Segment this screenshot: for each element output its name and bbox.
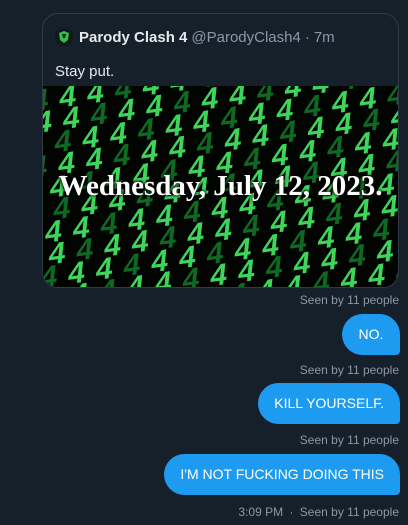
- tweet-text: Stay put.: [55, 63, 115, 80]
- pattern-glyph: 4: [228, 276, 248, 287]
- tweet-time: 7m: [313, 28, 335, 46]
- pattern-glyph: 4: [367, 257, 387, 287]
- pattern-glyph: 4: [311, 265, 331, 287]
- seen-receipt: Seen by 11 people: [299, 293, 399, 307]
- pattern-glyph: 4: [339, 261, 359, 287]
- shared-tweet-card[interactable]: Parody Clash 4 @ParodyClash4 · 7m Stay p…: [42, 13, 399, 288]
- message-time: 3:09 PM: [238, 505, 284, 519]
- pattern-glyph: 4: [256, 272, 276, 287]
- tweet-media-image[interactable]: 4444444444444444444444444444444444444444…: [43, 86, 398, 287]
- pattern-glyph: 4: [153, 265, 173, 287]
- pattern-glyph: 4: [98, 272, 118, 287]
- message-bubble[interactable]: I'M NOT FUCKING DOING THIS: [164, 454, 400, 495]
- pattern-glyph: 4: [70, 276, 90, 287]
- separator-dot: ·: [304, 28, 310, 46]
- media-date-caption: Wednesday, July 12, 2023.: [58, 170, 383, 202]
- avatar[interactable]: [55, 28, 73, 46]
- username-handle: @ParodyClash4: [191, 28, 301, 46]
- display-name[interactable]: Parody Clash 4: [79, 29, 187, 46]
- message-bubble[interactable]: KILL YOURSELF.: [258, 383, 400, 424]
- pattern-glyph: 4: [284, 269, 304, 287]
- pattern-glyph: 4: [181, 261, 201, 287]
- seen-receipt: Seen by 11 people: [299, 433, 399, 447]
- parody-clash-logo-icon: [55, 28, 73, 46]
- message-status: 3:09 PM · Seen by 11 people: [238, 505, 399, 519]
- separator-dot: ·: [289, 505, 294, 519]
- seen-receipt: Seen by 11 people: [299, 505, 399, 519]
- message-bubble[interactable]: NO.: [342, 314, 400, 355]
- tweet-header: Parody Clash 4 @ParodyClash4 · 7m: [55, 28, 388, 46]
- seen-receipt: Seen by 11 people: [299, 363, 399, 377]
- pattern-glyph: 4: [126, 269, 146, 287]
